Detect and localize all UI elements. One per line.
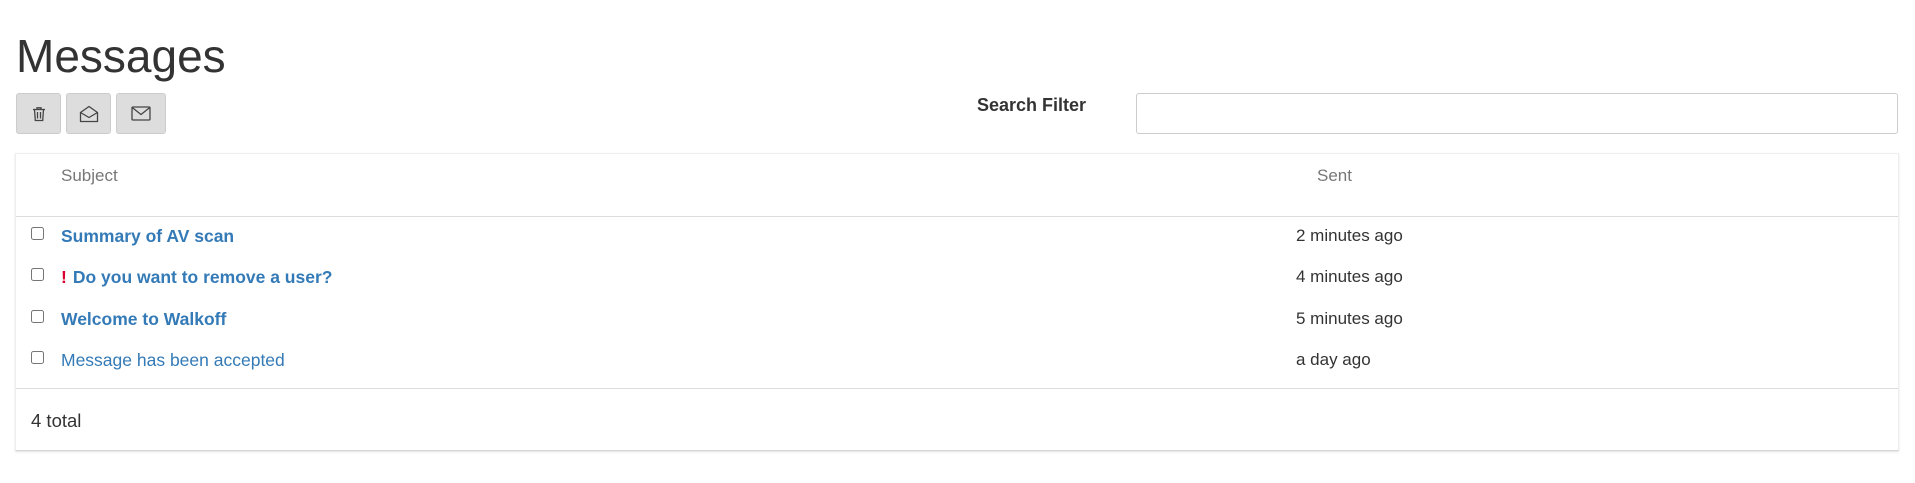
sent-column-header[interactable]: Sent <box>1317 166 1352 186</box>
sent-time: 5 minutes ago <box>1296 309 1403 328</box>
row-checkbox[interactable] <box>31 351 44 364</box>
table-header: Subject Sent <box>16 154 1898 217</box>
subject-column-header[interactable]: Subject <box>61 166 118 186</box>
sent-time: 2 minutes ago <box>1296 226 1403 245</box>
table-row[interactable]: Summary of AV scan 2 minutes ago <box>16 217 1898 258</box>
envelope-open-icon <box>79 105 99 123</box>
messages-page: Messages Search Filter Subject Sent Summ… <box>0 0 1915 483</box>
row-checkbox[interactable] <box>31 310 44 323</box>
search-filter-input[interactable] <box>1136 93 1898 134</box>
trash-icon <box>32 106 46 122</box>
message-subject-text: Do you want to remove a user? <box>72 267 333 287</box>
messages-table: Subject Sent Summary of AV scan 2 minute… <box>15 153 1899 451</box>
table-footer: 4 total <box>16 388 1898 452</box>
row-checkbox[interactable] <box>31 227 44 240</box>
delete-button[interactable] <box>16 93 61 134</box>
important-icon: ! <box>61 267 67 287</box>
message-subject-link[interactable]: Message has been accepted <box>61 350 285 371</box>
message-toolbar <box>16 93 166 134</box>
table-row[interactable]: Message has been accepted a day ago <box>16 341 1898 382</box>
message-subject-link[interactable]: Summary of AV scan <box>61 226 234 247</box>
message-subject-link[interactable]: ! Do you want to remove a user? <box>61 267 332 288</box>
table-row[interactable]: ! Do you want to remove a user? 4 minutes… <box>16 258 1898 299</box>
envelope-icon <box>131 106 151 121</box>
mark-read-button[interactable] <box>66 93 111 134</box>
row-checkbox[interactable] <box>31 268 44 281</box>
sent-time: a day ago <box>1296 350 1371 369</box>
search-filter-label: Search Filter <box>977 95 1087 115</box>
page-title: Messages <box>16 30 226 82</box>
mark-unread-button[interactable] <box>116 93 166 134</box>
sent-time: 4 minutes ago <box>1296 267 1403 286</box>
table-row[interactable]: Welcome to Walkoff 5 minutes ago <box>16 300 1898 341</box>
message-subject-link[interactable]: Welcome to Walkoff <box>61 309 226 330</box>
total-count: 4 total <box>31 410 82 431</box>
